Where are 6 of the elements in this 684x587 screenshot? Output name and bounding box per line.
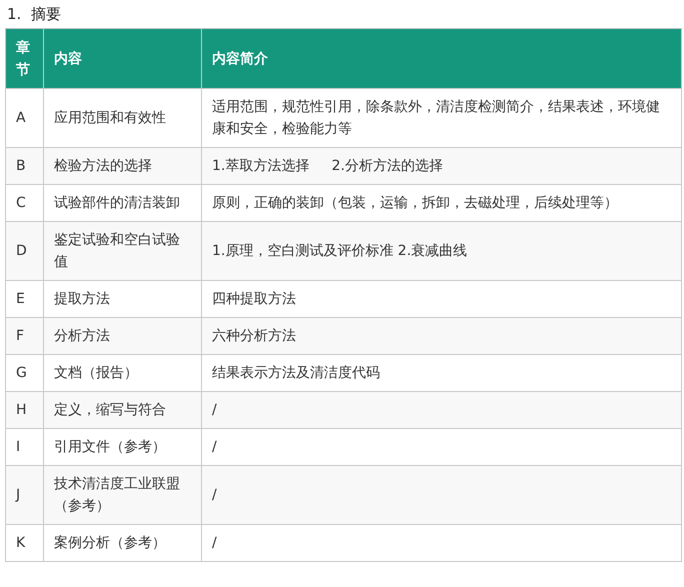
column-header: 内容简介 [202, 28, 682, 88]
table-cell: 案例分析（参考） [44, 524, 202, 562]
table-cell: K [6, 524, 44, 562]
section-heading: 1. 摘要 [6, 4, 61, 25]
column-header: 章节 [6, 28, 44, 88]
table-cell: / [202, 524, 682, 562]
